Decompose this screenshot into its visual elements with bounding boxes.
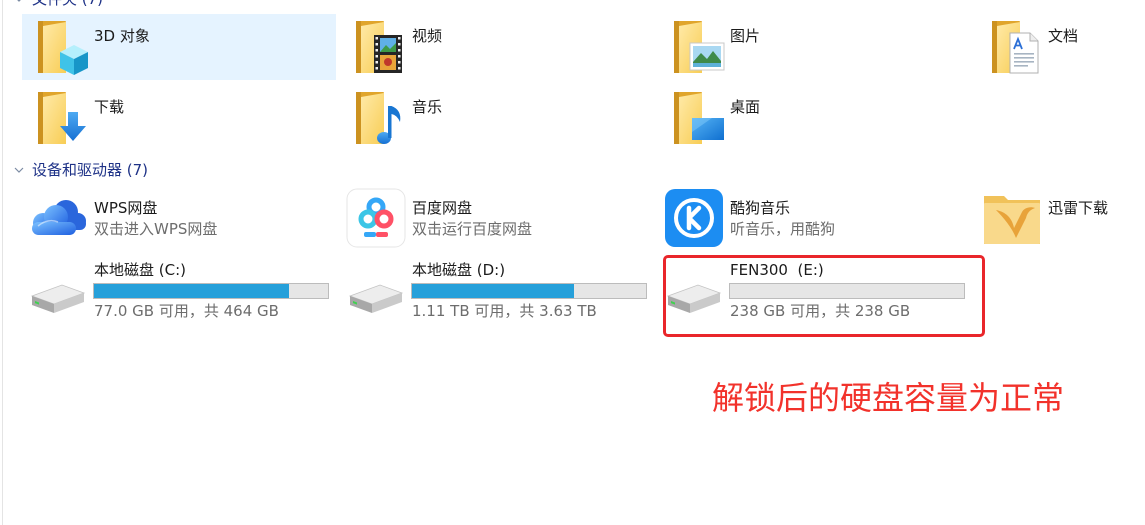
folder-videos[interactable]: 视频 [340,14,654,80]
folder-desktop[interactable]: 桌面 [658,85,972,151]
folder-downloads-icon [32,88,92,148]
kugou-music-icon [664,188,724,248]
wps-cloud-icon [28,188,88,248]
devices-group-title: 设备和驱动器 (7) [32,161,149,179]
device-subtitle: 听音乐，用酷狗 [730,220,836,238]
drive-space-text: 1.11 TB 可用，共 3.63 TB [412,302,597,320]
folder-documents-icon [986,17,1046,77]
chevron-down-icon[interactable] [12,0,26,9]
capacity-bar [93,283,329,299]
device-xunlei-download[interactable]: 迅雷下载 [976,184,1141,254]
folder-downloads[interactable]: 下载 [22,85,336,151]
devices-group-header[interactable]: 设备和驱动器 (7) [12,160,148,180]
hard-drive-icon [346,266,406,326]
folder-pictures[interactable]: 图片 [658,14,972,80]
device-kugou-music[interactable]: 酷狗音乐 听音乐，用酷狗 [658,184,972,254]
hard-drive-icon [28,266,88,326]
folder-label: 视频 [412,27,443,45]
folders-group-title: 文件夹 (7) [32,0,103,9]
folder-label: 3D 对象 [94,27,150,45]
device-name: 酷狗音乐 [730,199,791,217]
device-name: WPS网盘 [94,199,158,217]
drive-name: 本地磁盘 (D:) [412,261,506,279]
device-baidu-netdisk[interactable]: 百度网盘 双击运行百度网盘 [340,184,654,254]
device-name: 百度网盘 [412,199,473,217]
folder-label: 文档 [1048,27,1079,45]
drive-d[interactable]: 本地磁盘 (D:) 1.11 TB 可用，共 3.63 TB [340,258,654,332]
capacity-bar-fill [94,284,290,298]
folder-3d-objects-icon [32,17,92,77]
chevron-down-icon[interactable] [12,160,26,180]
folder-label: 音乐 [412,98,443,116]
folder-videos-icon [350,17,410,77]
folder-3d-objects[interactable]: 3D 对象 [22,14,336,80]
device-wps-cloud[interactable]: WPS网盘 双击进入WPS网盘 [22,184,336,254]
folder-documents[interactable]: 文档 [976,14,1141,80]
device-name: 迅雷下载 [1048,199,1109,217]
device-subtitle: 双击进入WPS网盘 [94,220,218,238]
drive-c[interactable]: 本地磁盘 (C:) 77.0 GB 可用，共 464 GB [22,258,336,332]
xunlei-download-icon [982,188,1042,248]
folder-music[interactable]: 音乐 [340,85,654,151]
baidu-netdisk-icon [346,188,406,248]
device-subtitle: 双击运行百度网盘 [412,220,533,238]
folder-label: 下载 [94,98,125,116]
drive-name: 本地磁盘 (C:) [94,261,186,279]
drive-space-text: 77.0 GB 可用，共 464 GB [94,302,279,320]
capacity-bar [411,283,647,299]
folder-label: 图片 [730,27,761,45]
folders-group-header[interactable]: 文件夹 (7) [12,0,103,9]
folder-pictures-icon [668,17,728,77]
window-left-border [2,0,3,525]
capacity-bar-fill [412,284,575,298]
folder-label: 桌面 [730,98,761,116]
annotation-text: 解锁后的硬盘容量为正常 [712,379,1065,417]
folder-desktop-icon [668,88,728,148]
folder-music-icon [350,88,410,148]
highlight-box [663,255,985,337]
